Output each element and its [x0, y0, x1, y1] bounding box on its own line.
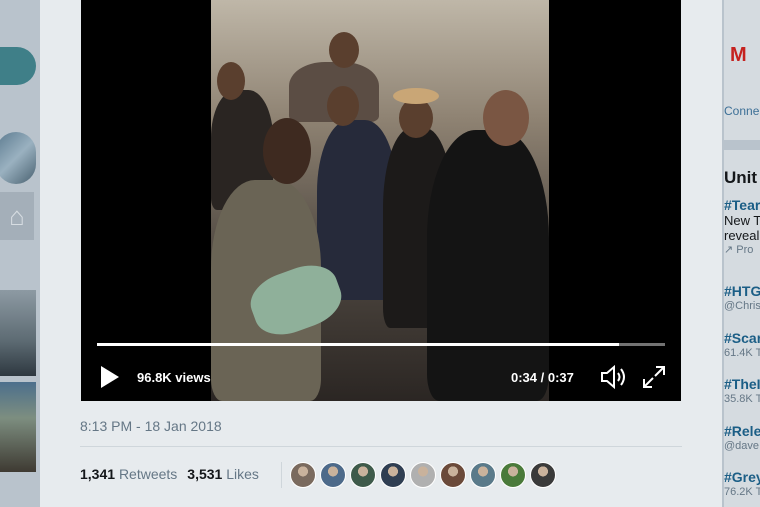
person-figure — [427, 130, 549, 401]
likes-stat[interactable]: 3,531 Likes — [187, 466, 259, 482]
divider — [281, 462, 282, 488]
trend-tag: #Scar — [724, 330, 760, 346]
liker-avatar[interactable] — [530, 462, 556, 488]
view-count: 96.8K views — [137, 370, 211, 385]
volume-button[interactable] — [600, 364, 628, 390]
fullscreen-icon — [643, 366, 665, 388]
trend-item[interactable]: #TheI 35.8K T — [724, 377, 760, 407]
play-icon — [101, 366, 119, 388]
trend-count: 61.4K T — [724, 347, 760, 359]
person-head — [329, 32, 359, 68]
retweets-label: Retweets — [118, 466, 178, 482]
trend-description: @dave — [724, 440, 760, 452]
promoted-label: ↗ Pro — [724, 244, 754, 256]
video-time: 0:34 / 0:37 — [511, 370, 574, 385]
trend-tag: #HTG — [724, 283, 760, 299]
promoted-text: Pro — [736, 244, 754, 256]
trend-item[interactable]: #Scar 61.4K T — [724, 331, 760, 361]
video-progress-bar[interactable] — [97, 343, 665, 346]
trend-item[interactable]: #Rele @dave — [724, 424, 760, 454]
retweets-count: 1,341 — [80, 466, 116, 482]
fullscreen-button[interactable] — [641, 364, 667, 390]
trends-title: Unit — [724, 168, 758, 187]
media-thumbnail[interactable] — [0, 382, 36, 472]
hat — [393, 88, 439, 104]
trend-description: @Chris — [724, 300, 760, 312]
trend-count: 76.2K T — [724, 486, 760, 498]
house-icon: ⌂ — [0, 192, 34, 240]
trend-tag: #TheI — [724, 376, 760, 392]
play-button[interactable] — [99, 364, 121, 390]
trend-item[interactable]: #Grey 76.2K T — [724, 470, 760, 500]
trends-panel: Unit #Tear New T reveal ↗ Pro #HTG @Chri… — [724, 150, 760, 507]
connect-link[interactable]: Conne — [724, 104, 760, 118]
person-head — [399, 98, 433, 138]
trend-tag: #Grey — [724, 469, 760, 485]
person-head — [263, 118, 311, 184]
liker-avatar[interactable] — [350, 462, 376, 488]
trend-tag: #Tear — [724, 197, 760, 213]
trend-item[interactable]: #HTG @Chris — [724, 284, 760, 314]
who-to-follow-panel — [724, 0, 760, 140]
trend-item[interactable]: #Tear New T reveal ↗ Pro — [724, 198, 760, 258]
liker-avatars — [290, 462, 556, 488]
video-player[interactable]: 96.8K views 0:34 / 0:37 — [81, 0, 681, 401]
liker-avatar[interactable] — [410, 462, 436, 488]
trend-tag: #Rele — [724, 423, 760, 439]
tweet-stats: 1,341 Retweets 3,531 Likes — [80, 466, 259, 482]
video-progress-fill — [97, 343, 619, 346]
liker-avatar[interactable] — [290, 462, 316, 488]
trend-description: reveal — [724, 228, 760, 243]
likes-label: Likes — [226, 466, 259, 482]
profile-avatar[interactable] — [0, 132, 36, 184]
divider — [80, 446, 682, 447]
liker-avatar[interactable] — [500, 462, 526, 488]
volume-icon — [601, 364, 625, 390]
person-head — [217, 62, 245, 100]
liker-avatar[interactable] — [320, 462, 346, 488]
trend-description: New T — [724, 213, 760, 228]
liker-avatar[interactable] — [380, 462, 406, 488]
likes-count: 3,531 — [187, 466, 223, 482]
person-head — [483, 90, 529, 146]
liker-avatar[interactable] — [470, 462, 496, 488]
gmail-icon[interactable]: M — [730, 44, 747, 67]
person-head — [327, 86, 359, 126]
trend-count: 35.8K T — [724, 393, 760, 405]
tweet-timestamp[interactable]: 8:13 PM - 18 Jan 2018 — [80, 418, 222, 434]
media-thumbnail[interactable] — [0, 290, 36, 376]
retweets-stat[interactable]: 1,341 Retweets — [80, 466, 177, 482]
video-frame — [211, 0, 549, 401]
liker-avatar[interactable] — [440, 462, 466, 488]
